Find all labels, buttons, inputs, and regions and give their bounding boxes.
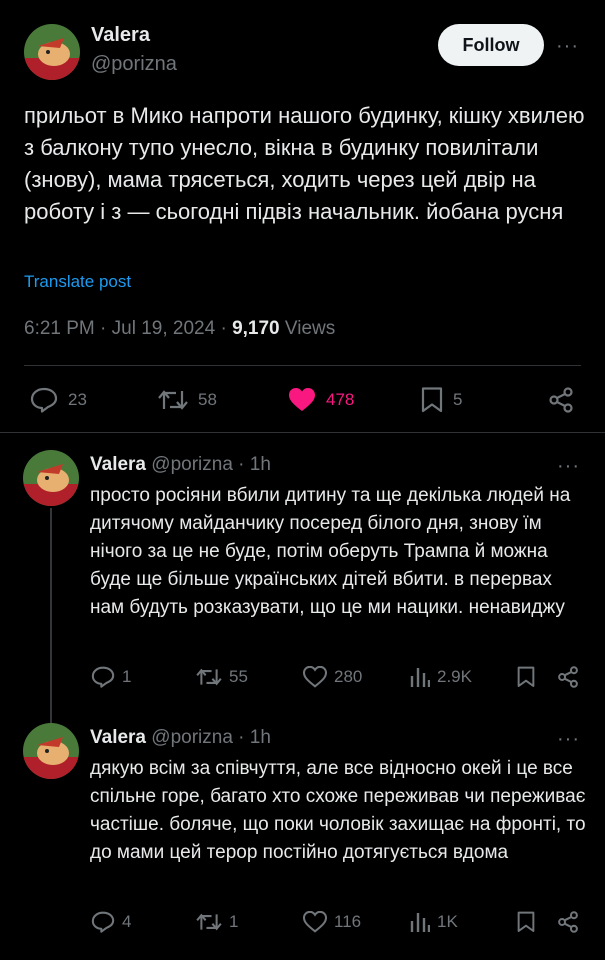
like-button[interactable]: 116 bbox=[303, 911, 361, 933]
translate-post-link[interactable]: Translate post bbox=[24, 272, 131, 292]
avatar[interactable] bbox=[23, 450, 79, 506]
thread-line bbox=[50, 508, 52, 726]
meta-separator: · bbox=[220, 318, 233, 339]
reply-text: дякую всім за співчуття, але все відносн… bbox=[90, 758, 586, 863]
reply-count: 4 bbox=[122, 912, 132, 931]
bookmark-button[interactable]: 5 bbox=[421, 387, 462, 413]
post-text: прильот в Мико напроти нашого будинку, к… bbox=[24, 103, 585, 224]
repost-icon bbox=[196, 668, 222, 686]
meta-separator: · bbox=[100, 318, 112, 339]
repost-count: 55 bbox=[229, 667, 248, 686]
repost-button[interactable]: 1 bbox=[196, 911, 238, 933]
share-button[interactable] bbox=[557, 911, 579, 933]
reply-post[interactable]: Valera @porizna · 1h ··· дякую всім за с… bbox=[0, 723, 605, 960]
repost-button[interactable]: 58 bbox=[158, 387, 217, 413]
divider bbox=[24, 365, 581, 366]
author-handle[interactable]: @porizna bbox=[151, 454, 233, 475]
avatar[interactable] bbox=[24, 24, 80, 80]
author-handle[interactable]: @porizna bbox=[91, 53, 177, 76]
reply-header: Valera @porizna · 1h bbox=[90, 454, 271, 476]
author-handle[interactable]: @porizna bbox=[151, 727, 233, 748]
reply-button[interactable]: 4 bbox=[91, 911, 131, 933]
more-options-icon[interactable]: ··· bbox=[557, 456, 580, 476]
post-time[interactable]: 6:21 PM bbox=[24, 318, 95, 339]
views-button[interactable]: 2.9K bbox=[410, 666, 472, 688]
post-date[interactable]: Jul 19, 2024 bbox=[112, 318, 216, 339]
avatar-image bbox=[23, 723, 79, 779]
repost-icon bbox=[158, 390, 188, 410]
views-count: 9,170 bbox=[232, 318, 280, 339]
heart-filled-icon bbox=[289, 388, 315, 411]
views-count: 2.9K bbox=[437, 667, 472, 686]
reply-icon bbox=[30, 387, 58, 413]
more-options-icon[interactable]: ··· bbox=[556, 36, 579, 56]
repost-button[interactable]: 55 bbox=[196, 666, 248, 688]
like-button[interactable]: 280 bbox=[303, 666, 362, 688]
views-button[interactable]: 1K bbox=[410, 911, 458, 933]
avatar[interactable] bbox=[23, 723, 79, 779]
bookmark-button[interactable] bbox=[517, 666, 535, 688]
views-label: Views bbox=[284, 318, 336, 339]
share-icon bbox=[558, 911, 578, 933]
bookmark-button[interactable] bbox=[517, 911, 535, 933]
reply-post[interactable]: Valera @porizna · 1h ··· просто росіяни … bbox=[0, 450, 605, 726]
like-button[interactable]: 478 bbox=[288, 387, 354, 413]
reply-time[interactable]: · 1h bbox=[238, 727, 271, 748]
views-chart-icon bbox=[410, 913, 430, 932]
share-icon bbox=[558, 666, 578, 688]
bookmark-icon bbox=[517, 911, 535, 932]
share-icon bbox=[549, 387, 573, 413]
reply-button[interactable]: 23 bbox=[30, 387, 87, 413]
like-count: 478 bbox=[326, 390, 355, 409]
repost-count: 1 bbox=[229, 912, 239, 931]
reply-button[interactable]: 1 bbox=[91, 666, 131, 688]
heart-icon bbox=[303, 666, 327, 688]
reply-header: Valera @porizna · 1h bbox=[90, 727, 271, 749]
heart-icon bbox=[303, 911, 327, 933]
repost-count: 58 bbox=[198, 390, 217, 409]
more-options-icon[interactable]: ··· bbox=[557, 729, 580, 749]
bookmark-icon bbox=[517, 666, 535, 687]
author-name[interactable]: Valera bbox=[91, 24, 177, 47]
reply-count: 1 bbox=[122, 667, 132, 686]
views-chart-icon bbox=[410, 668, 430, 687]
share-button[interactable] bbox=[548, 387, 574, 413]
main-post: Valera @porizna Follow ··· прильот в Мик… bbox=[0, 0, 605, 433]
author-block: Valera @porizna bbox=[91, 24, 177, 76]
reply-icon bbox=[91, 666, 115, 688]
author-name[interactable]: Valera bbox=[90, 454, 146, 475]
avatar-image bbox=[23, 450, 79, 506]
post-meta: 6:21 PM · Jul 19, 2024 · 9,170 Views bbox=[24, 318, 335, 340]
like-count: 280 bbox=[334, 667, 363, 686]
bookmark-count: 5 bbox=[453, 390, 463, 409]
repost-icon bbox=[196, 913, 222, 931]
share-button[interactable] bbox=[557, 666, 579, 688]
reply-count: 23 bbox=[68, 390, 87, 409]
bookmark-icon bbox=[421, 387, 443, 413]
follow-button[interactable]: Follow bbox=[438, 24, 544, 66]
reply-icon bbox=[91, 911, 115, 933]
reply-text: просто росіяни вбили дитину та ще декіль… bbox=[90, 485, 571, 618]
reply-time[interactable]: · 1h bbox=[238, 454, 271, 475]
views-count: 1K bbox=[437, 912, 458, 931]
like-count: 116 bbox=[334, 912, 362, 931]
avatar-image bbox=[24, 24, 80, 80]
author-name[interactable]: Valera bbox=[90, 727, 146, 748]
